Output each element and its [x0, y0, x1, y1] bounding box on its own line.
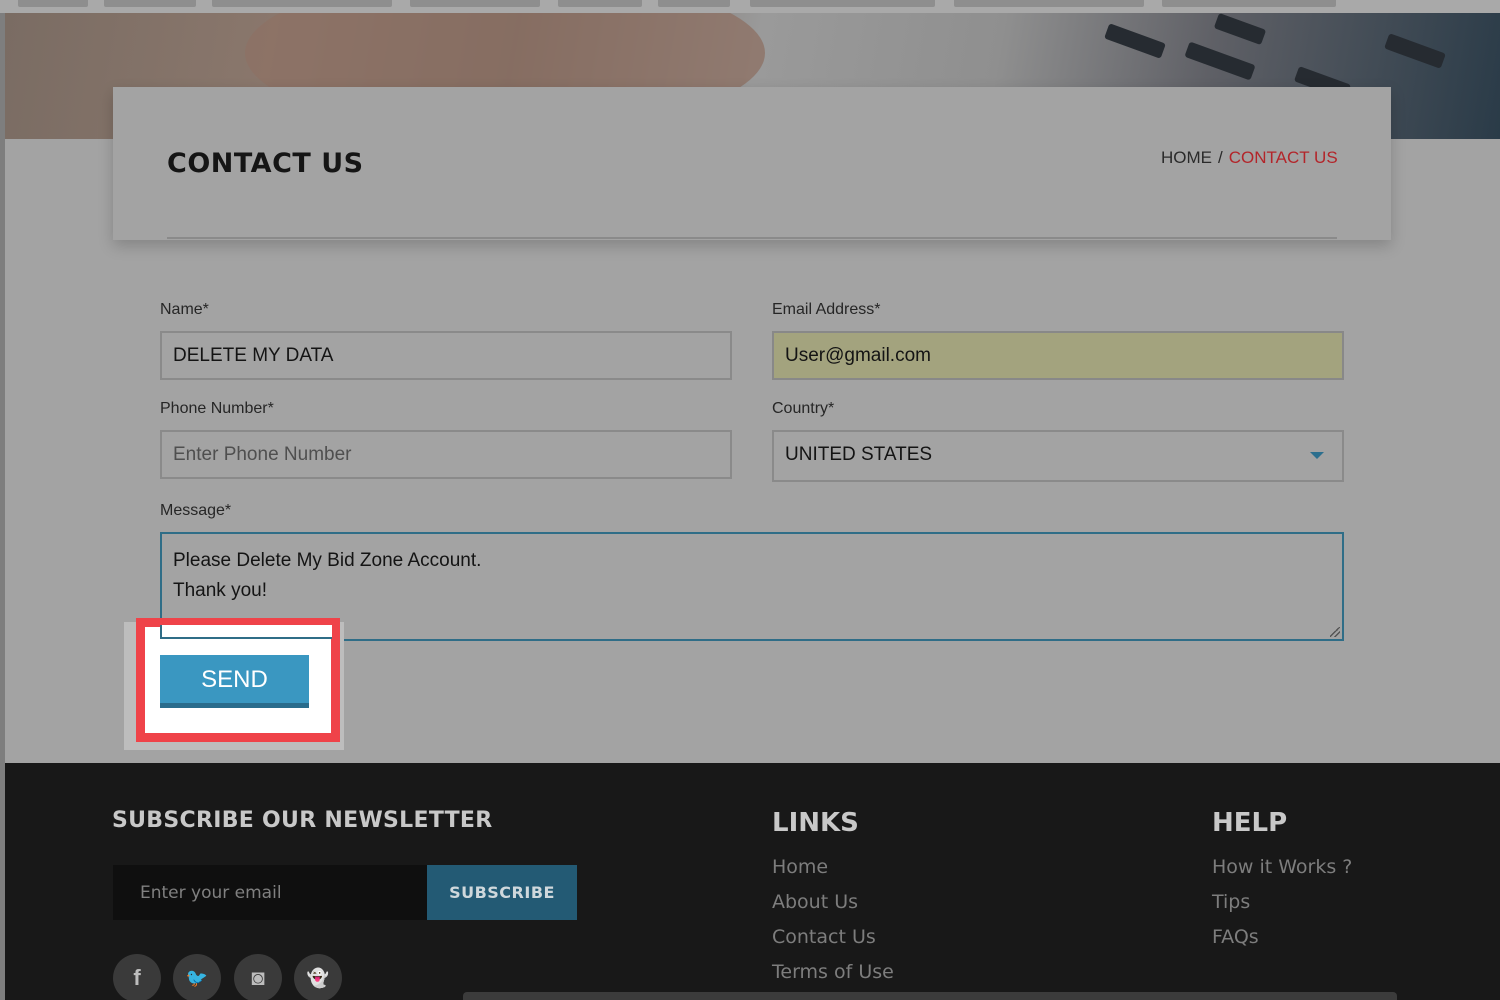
breadcrumb-home[interactable]: HOME — [1161, 148, 1212, 167]
footer-link-about[interactable]: About Us — [772, 891, 858, 913]
breadcrumb: HOME / CONTACT US — [1161, 148, 1338, 168]
chat-widget-bar[interactable] — [463, 992, 1397, 1000]
name-field[interactable]: DELETE MY DATA — [160, 331, 732, 380]
name-label: Name* — [160, 301, 209, 318]
phone-field[interactable] — [160, 430, 732, 479]
footer-link-terms[interactable]: Terms of Use — [772, 961, 894, 983]
help-title: HELP — [1212, 808, 1288, 838]
links-title: LINKS — [772, 808, 859, 838]
footer-link-contact[interactable]: Contact Us — [772, 926, 876, 948]
message-line: Please Delete My Bid Zone Account. — [173, 550, 482, 571]
page-title: CONTACT US — [167, 148, 364, 179]
facebook-icon[interactable]: f — [113, 954, 161, 1000]
title-divider — [167, 237, 1337, 239]
twitter-icon[interactable]: 🐦 — [173, 954, 221, 1000]
instagram-icon[interactable]: ◙ — [234, 954, 282, 1000]
chevron-down-icon — [1310, 452, 1324, 459]
phone-label: Phone Number* — [160, 400, 274, 417]
subscribe-button[interactable]: SUBSCRIBE — [427, 865, 577, 920]
message-label: Message* — [160, 502, 232, 519]
newsletter-email-input[interactable] — [113, 865, 427, 920]
snapchat-icon[interactable]: 👻 — [294, 954, 342, 1000]
phone-input[interactable] — [173, 432, 730, 478]
email-field-value: User@gmail.com — [785, 345, 931, 366]
email-label: Email Address* — [772, 301, 881, 318]
resize-handle-icon[interactable] — [1330, 627, 1340, 637]
breadcrumb-separator: / — [1218, 148, 1223, 167]
message-textarea-edge — [160, 625, 332, 639]
send-button[interactable]: SEND — [160, 655, 309, 708]
footer-link-how-it-works[interactable]: How it Works ? — [1212, 856, 1352, 878]
email-field[interactable]: User@gmail.com — [772, 331, 1344, 380]
country-select-value: UNITED STATES — [785, 444, 933, 465]
footer-link-home[interactable]: Home — [772, 856, 828, 878]
breadcrumb-current: CONTACT US — [1228, 148, 1338, 167]
footer-link-tips[interactable]: Tips — [1212, 891, 1250, 913]
name-field-value: DELETE MY DATA — [173, 345, 334, 366]
country-select[interactable]: UNITED STATES — [772, 430, 1344, 482]
bookmarks-bar — [0, 0, 1500, 13]
message-line: Thank you! — [173, 580, 267, 601]
newsletter-title: SUBSCRIBE OUR NEWSLETTER — [112, 808, 493, 833]
footer-link-faqs[interactable]: FAQs — [1212, 926, 1259, 948]
country-label: Country* — [772, 400, 835, 417]
